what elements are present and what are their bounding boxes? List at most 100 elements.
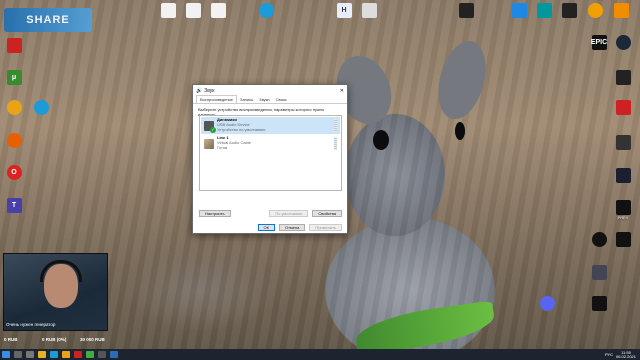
device-speakers[interactable]: ✓ Динамики USB Audio Device Устройство п… — [201, 117, 340, 134]
utorrent-icon: μ — [6, 70, 22, 85]
apply-button[interactable]: Применить — [309, 224, 342, 231]
desktop-icon[interactable] — [612, 70, 634, 85]
desktop-icon[interactable] — [612, 35, 634, 50]
desktop-icon[interactable] — [255, 3, 277, 18]
desktop-icon[interactable] — [30, 100, 52, 115]
discord-icon — [539, 296, 555, 311]
volume-level-meter — [334, 119, 337, 132]
file-icon — [185, 3, 201, 18]
chinchilla-eye — [373, 130, 389, 150]
task-view-icon[interactable] — [26, 351, 34, 358]
device-line1[interactable]: Line 1 Virtual Audio Cable Готов — [201, 135, 340, 152]
cancel-button[interactable]: Отмена — [278, 224, 306, 231]
app-icon — [615, 200, 631, 215]
tab-sounds[interactable]: Звуки — [256, 96, 272, 103]
speaker-device-icon: ✓ — [204, 120, 216, 133]
app-icon — [458, 3, 474, 18]
app-icon[interactable] — [98, 351, 106, 358]
app-icon — [361, 3, 377, 18]
desktop-icon[interactable] — [182, 3, 204, 18]
app-icon — [587, 3, 603, 18]
close-icon[interactable]: ✕ — [340, 88, 344, 94]
check-icon: ✓ — [210, 126, 216, 133]
app-icon — [511, 3, 527, 18]
edge-icon — [33, 100, 49, 115]
tab-recording[interactable]: Запись — [237, 96, 256, 103]
properties-button[interactable]: Свойства — [312, 210, 342, 217]
app-icon — [561, 3, 577, 18]
leaf — [353, 300, 497, 356]
language-indicator[interactable]: РУС — [605, 352, 613, 357]
desktop-icon[interactable]: H — [333, 3, 355, 18]
device-list[interactable]: ✓ Динамики USB Audio Device Устройство п… — [199, 115, 342, 191]
search-icon[interactable] — [14, 351, 22, 358]
steam-icon — [615, 35, 631, 50]
desktop-icon[interactable]: T — [3, 198, 25, 213]
desktop-icon[interactable] — [536, 296, 558, 311]
share-overlay: SHARE — [4, 8, 92, 32]
tomb-raider-icon — [591, 265, 607, 280]
firefox-icon — [6, 133, 22, 148]
desktop-icon[interactable]: μ — [3, 70, 25, 85]
desktop-icon[interactable]: O — [3, 165, 25, 180]
desktop-icon[interactable] — [207, 3, 229, 18]
desktop-icon[interactable] — [612, 168, 634, 183]
desktop-icon[interactable] — [3, 38, 25, 53]
desktop-icon[interactable] — [157, 3, 179, 18]
start-icon[interactable] — [2, 351, 10, 358]
app-icon: H — [336, 3, 352, 18]
desktop-icon[interactable] — [612, 100, 634, 115]
tab-strip: Воспроизведение Запись Звуки Связь — [193, 95, 347, 104]
desktop-icon[interactable]: EPIC — [588, 35, 610, 50]
app-icon[interactable] — [86, 351, 94, 358]
desktop-icon[interactable] — [3, 133, 25, 148]
app-icon — [6, 38, 22, 53]
set-default-button[interactable]: По умолчанию — [269, 210, 309, 217]
epic-games-icon: EPIC — [591, 35, 607, 50]
desktop-icon[interactable] — [358, 3, 380, 18]
device-status: Готов — [217, 144, 228, 150]
balance-mid: 0 RUB (0%) — [42, 337, 67, 342]
donation-caption: Очень нужен генератор — [6, 322, 56, 327]
app-icon — [615, 135, 631, 150]
configure-button[interactable]: Настроить — [199, 210, 231, 217]
desktop-icon[interactable] — [612, 135, 634, 150]
app-icon — [591, 296, 607, 311]
ok-button[interactable]: ОК — [257, 224, 275, 231]
taskbar — [0, 349, 640, 360]
desktop-icon[interactable] — [588, 232, 610, 247]
desktop-icon[interactable] — [588, 296, 610, 311]
explorer-icon[interactable] — [38, 351, 46, 358]
desktop-icon[interactable] — [558, 3, 580, 18]
balance-right: 30 000 RUB — [80, 337, 105, 342]
desktop-icon[interactable] — [612, 232, 634, 247]
desktop-icon[interactable] — [533, 3, 555, 18]
desktop-icon[interactable] — [455, 3, 477, 18]
desktop-icon[interactable]: PREY — [612, 200, 634, 220]
desktop-icon[interactable] — [508, 3, 530, 18]
desktop-icon[interactable] — [584, 3, 606, 18]
desktop-icon[interactable] — [588, 265, 610, 280]
clock-date[interactable]: 06.02.2021 — [616, 354, 636, 359]
app-icon — [615, 168, 631, 183]
volume-level-meter — [334, 137, 337, 150]
app-icon[interactable] — [110, 351, 118, 358]
balance-left: 0 RUB — [4, 337, 18, 342]
chinchilla-eye — [455, 122, 465, 140]
tab-communications[interactable]: Связь — [273, 96, 290, 103]
cable-device-icon — [204, 138, 214, 149]
desktop-icon[interactable] — [610, 3, 632, 18]
app-icon[interactable] — [74, 351, 82, 358]
file-icon — [210, 3, 226, 18]
desktop-icon[interactable] — [3, 100, 25, 115]
arduino-icon — [536, 3, 552, 18]
speaker-icon: 🔊 — [196, 87, 203, 94]
chrome-icon[interactable] — [62, 351, 70, 358]
tab-playback[interactable]: Воспроизведение — [196, 95, 238, 103]
edge-icon[interactable] — [50, 351, 58, 358]
icon-label: PREY — [617, 215, 629, 220]
device-status: Устройство по умолчанию — [217, 126, 266, 132]
app-icon — [591, 232, 607, 247]
app-icon — [615, 232, 631, 247]
dialog-title: Звук — [204, 87, 215, 94]
